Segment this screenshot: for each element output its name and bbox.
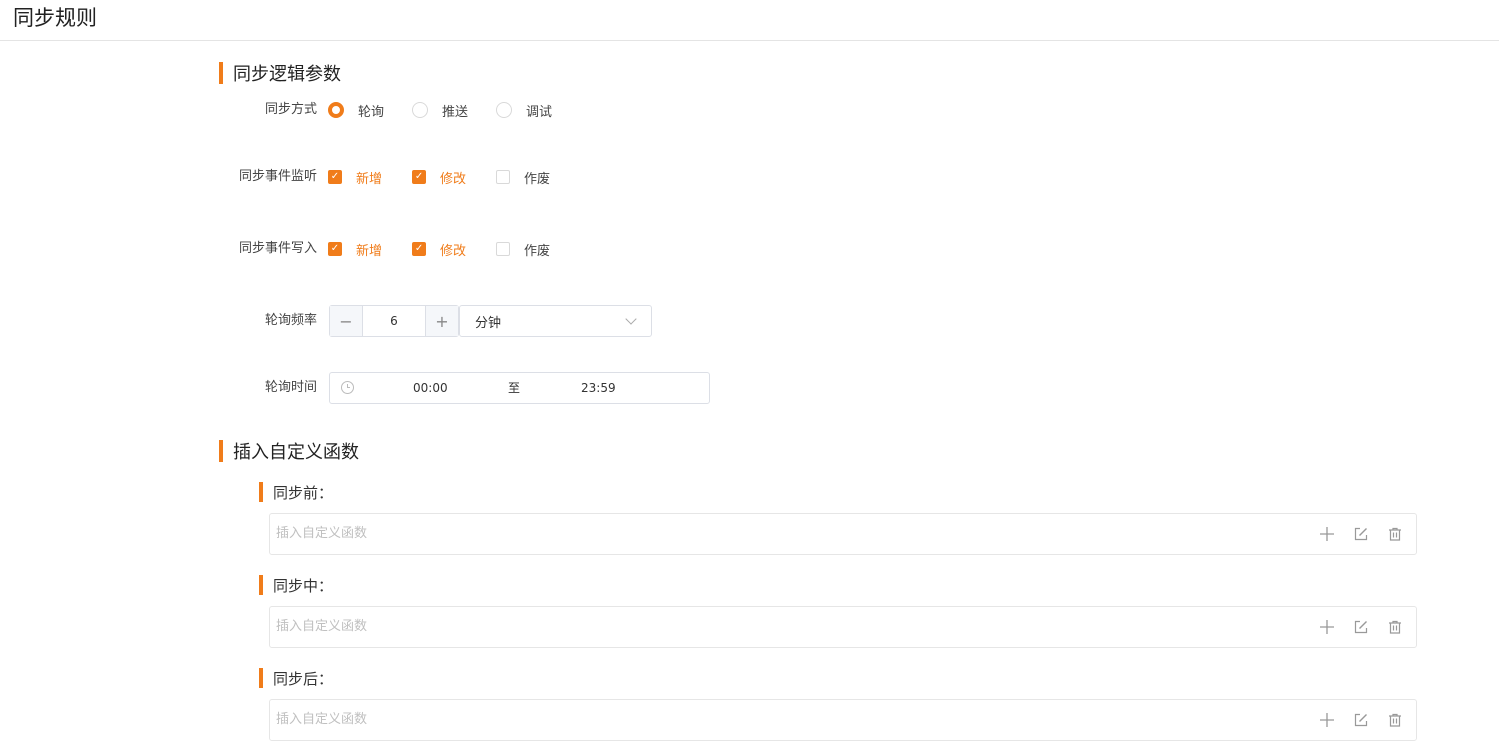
range-separator: 至	[508, 381, 521, 395]
poll-time-range-picker[interactable]: 00:00 至 23:59	[329, 372, 710, 404]
section-title-text: 插入自定义函数	[233, 442, 359, 463]
sub-accent-bar	[259, 668, 263, 688]
sub-title-before: 同步前：	[259, 482, 333, 502]
checkbox-box[interactable]	[496, 242, 511, 256]
event-listen-label: 同步事件监听	[238, 169, 317, 184]
checkbox-label: 修改	[440, 243, 467, 259]
sub-title-text: 同步前：	[273, 483, 334, 502]
page-header: 同步规则	[0, 0, 1499, 41]
end-time-input[interactable]: 23:59	[581, 373, 616, 403]
radio-label: 调试	[526, 104, 553, 120]
radio-polling[interactable]: 轮询	[328, 101, 384, 120]
radio-label: 轮询	[358, 104, 385, 120]
edit-icon[interactable]	[1348, 614, 1374, 640]
event-write-label: 同步事件写入	[238, 241, 317, 256]
trash-icon[interactable]	[1382, 521, 1408, 547]
add-icon[interactable]	[1314, 614, 1340, 640]
clock-icon	[341, 381, 354, 394]
section-title-custom: 插入自定义函数	[219, 439, 359, 463]
checkbox-label: 作废	[524, 171, 551, 187]
sub-accent-bar	[259, 575, 263, 595]
checkbox-listen-void[interactable]: 作废	[496, 168, 550, 187]
checkmark-icon[interactable]: ✓	[328, 242, 342, 256]
sub-title-during: 同步中：	[259, 575, 333, 595]
chevron-down-icon	[625, 313, 637, 325]
checkmark-icon[interactable]: ✓	[412, 242, 427, 256]
function-input-during[interactable]: 插入自定义函数	[269, 606, 1417, 648]
select-value: 分钟	[475, 315, 502, 331]
sub-accent-bar	[259, 482, 263, 502]
function-placeholder: 插入自定义函数	[276, 712, 368, 727]
poll-frequency-label: 轮询频率	[264, 313, 317, 328]
sub-title-text: 同步后：	[273, 669, 334, 688]
trash-icon[interactable]	[1382, 614, 1408, 640]
section-title-text: 同步逻辑参数	[233, 64, 341, 85]
radio-push[interactable]: 推送	[412, 101, 468, 120]
poll-time-label: 轮询时间	[264, 380, 317, 395]
checkbox-label: 修改	[440, 171, 467, 187]
sync-mode-label: 同步方式	[264, 102, 317, 117]
checkbox-listen-modify[interactable]: ✓ 修改	[412, 168, 466, 187]
sync-mode-radio-group: 轮询 推送 调试	[328, 100, 580, 120]
checkmark-icon[interactable]: ✓	[328, 170, 342, 184]
page-title: 同步规则	[13, 6, 97, 30]
section-accent-bar	[219, 62, 223, 84]
function-placeholder: 插入自定义函数	[276, 619, 368, 634]
checkbox-write-void[interactable]: 作废	[496, 240, 550, 259]
add-icon[interactable]	[1314, 521, 1340, 547]
radio-label: 推送	[442, 104, 469, 120]
function-actions	[1306, 607, 1408, 647]
event-listen-checkbox-group: ✓ 新增 ✓ 修改 作废	[328, 167, 580, 187]
radio-indicator[interactable]	[412, 102, 429, 118]
checkbox-write-modify[interactable]: ✓ 修改	[412, 240, 466, 259]
edit-icon[interactable]	[1348, 707, 1374, 733]
event-write-checkbox-group: ✓ 新增 ✓ 修改 作废	[328, 239, 580, 259]
checkbox-box[interactable]	[496, 170, 511, 184]
function-actions	[1306, 700, 1408, 740]
frequency-value-input[interactable]: 6	[363, 306, 425, 336]
add-icon[interactable]	[1314, 707, 1340, 733]
checkmark-icon[interactable]: ✓	[412, 170, 427, 184]
radio-debug[interactable]: 调试	[496, 101, 552, 120]
trash-icon[interactable]	[1382, 707, 1408, 733]
checkbox-label: 新增	[356, 171, 383, 187]
function-input-after[interactable]: 插入自定义函数	[269, 699, 1417, 741]
function-placeholder: 插入自定义函数	[276, 526, 368, 541]
checkbox-listen-add[interactable]: ✓ 新增	[328, 168, 382, 187]
increment-button[interactable]: +	[425, 306, 458, 336]
radio-indicator[interactable]	[496, 102, 513, 118]
frequency-unit-select[interactable]: 分钟	[459, 305, 652, 337]
decrement-button[interactable]: −	[330, 306, 363, 336]
checkbox-write-add[interactable]: ✓ 新增	[328, 240, 382, 259]
sub-title-after: 同步后：	[259, 668, 333, 688]
section-title-logic: 同步逻辑参数	[219, 61, 341, 85]
checkbox-label: 新增	[356, 243, 383, 259]
radio-indicator[interactable]	[328, 102, 344, 118]
checkbox-label: 作废	[524, 243, 551, 259]
function-input-before[interactable]: 插入自定义函数	[269, 513, 1417, 555]
poll-frequency-stepper: − 6 +	[329, 305, 459, 337]
sub-title-text: 同步中：	[273, 576, 334, 595]
start-time-input[interactable]: 00:00	[413, 373, 448, 403]
edit-icon[interactable]	[1348, 521, 1374, 547]
section-accent-bar	[219, 440, 223, 462]
function-actions	[1306, 514, 1408, 554]
